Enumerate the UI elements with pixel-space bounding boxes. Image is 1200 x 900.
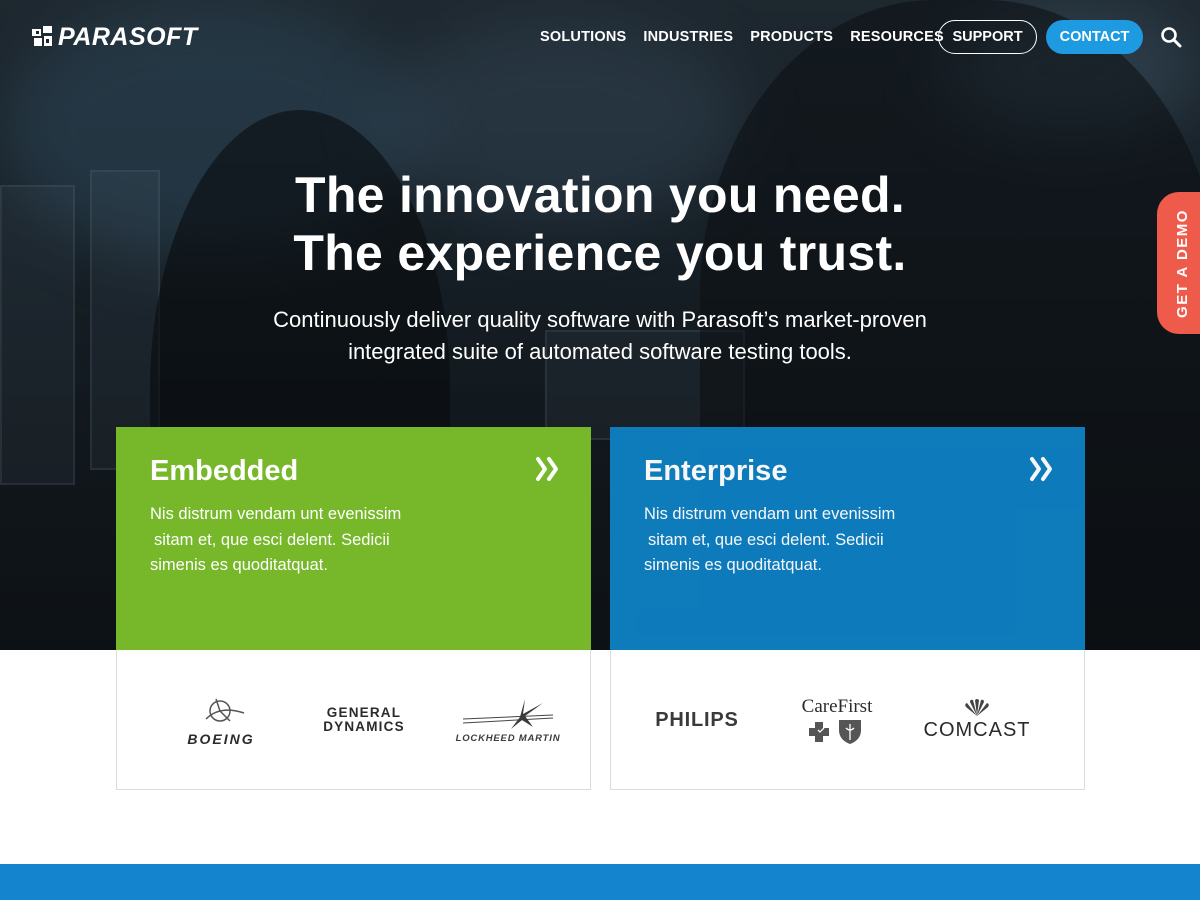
nav-item-industries[interactable]: INDUSTRIES: [643, 20, 733, 54]
parasoft-logo-icon: [32, 26, 52, 46]
hero-subheadline: Continuously deliver quality software wi…: [200, 304, 1000, 368]
boeing-symbol-icon: [205, 698, 245, 722]
carefirst-wordmark: CareFirst: [801, 696, 873, 717]
embedded-card-title: Embedded: [150, 455, 299, 487]
hero-headline-line-2: The experience you trust.: [293, 225, 907, 281]
nav-item-products[interactable]: PRODUCTS: [750, 20, 833, 54]
search-icon[interactable]: [1160, 26, 1182, 48]
main-nav: SOLUTIONS INDUSTRIES PRODUCTS RESOURCES: [540, 20, 961, 54]
logo-wordmark: PARASOFT: [58, 22, 198, 51]
page: PARASOFT SOLUTIONS INDUSTRIES PRODUCTS R…: [0, 0, 1200, 900]
nbc-peacock-icon: [965, 698, 989, 716]
hero-subheadline-line-1: Continuously deliver quality software wi…: [273, 307, 927, 332]
enterprise-desc-line-2: sitam et, que esci delent. Sedicii: [648, 530, 884, 549]
philips-logo: PHILIPS: [641, 650, 753, 790]
boeing-logo: BOEING: [161, 650, 281, 790]
enterprise-card[interactable]: Enterprise Nis distrum vendam unt evenis…: [610, 427, 1085, 790]
enterprise-desc-line-1: Nis distrum vendam unt evenissim: [644, 505, 896, 523]
next-section-band: [0, 864, 1200, 900]
general-dynamics-logo: GENERAL DYNAMICS: [303, 650, 425, 790]
embedded-desc-line-3: simenis es quoditatquat.: [150, 556, 328, 574]
double-chevron-right-icon[interactable]: [535, 451, 563, 487]
embedded-card-description: Nis distrum vendam unt evenissim sitam e…: [150, 502, 470, 579]
enterprise-card-description: Nis distrum vendam unt evenissim sitam e…: [644, 502, 964, 579]
enterprise-desc-line-3: simenis es quoditatquat.: [644, 556, 822, 574]
general-dynamics-line-2: DYNAMICS: [323, 719, 405, 734]
enterprise-card-title: Enterprise: [644, 455, 788, 487]
hero-subheadline-line-2: integrated suite of automated software t…: [348, 339, 852, 364]
lockheed-martin-wordmark: LOCKHEED MARTIN: [455, 732, 561, 744]
embedded-desc-line-1: Nis distrum vendam unt evenissim: [150, 505, 402, 523]
hero-headline: The innovation you need. The experience …: [0, 166, 1200, 282]
nav-item-resources[interactable]: RESOURCES: [850, 20, 944, 54]
embedded-desc-line-2: sitam et, que esci delent. Sedicii: [154, 530, 390, 549]
get-a-demo-tab[interactable]: GET A DEMO: [1157, 192, 1200, 334]
contact-button[interactable]: CONTACT: [1046, 20, 1143, 54]
philips-wordmark: PHILIPS: [655, 708, 739, 731]
cross-and-shield-icon: [809, 720, 861, 744]
comcast-logo: COMCAST: [916, 650, 1038, 790]
get-a-demo-label: GET A DEMO: [1173, 208, 1191, 318]
nav-item-solutions[interactable]: SOLUTIONS: [540, 20, 626, 54]
embedded-client-logos: BOEING GENERAL DYNAMICS LOCKHEED MARTIN: [116, 650, 591, 790]
embedded-card[interactable]: Embedded Nis distrum vendam unt evenissi…: [116, 427, 591, 790]
double-chevron-right-icon[interactable]: [1029, 451, 1057, 487]
enterprise-client-logos: PHILIPS CareFirst COMCAST: [610, 650, 1085, 790]
lockheed-martin-logo: LOCKHEED MARTIN: [447, 650, 569, 790]
carefirst-logo: CareFirst: [781, 650, 893, 790]
parasoft-logo[interactable]: PARASOFT: [32, 22, 198, 51]
general-dynamics-line-1: GENERAL: [326, 705, 402, 720]
support-button[interactable]: SUPPORT: [938, 20, 1037, 54]
enterprise-card-header[interactable]: Enterprise Nis distrum vendam unt evenis…: [610, 427, 1085, 650]
hero-headline-line-1: The innovation you need.: [294, 167, 905, 223]
lockheed-star-icon: [463, 698, 553, 729]
comcast-wordmark: COMCAST: [923, 718, 1031, 741]
embedded-card-header[interactable]: Embedded Nis distrum vendam unt evenissi…: [116, 427, 591, 650]
boeing-wordmark: BOEING: [187, 731, 255, 747]
